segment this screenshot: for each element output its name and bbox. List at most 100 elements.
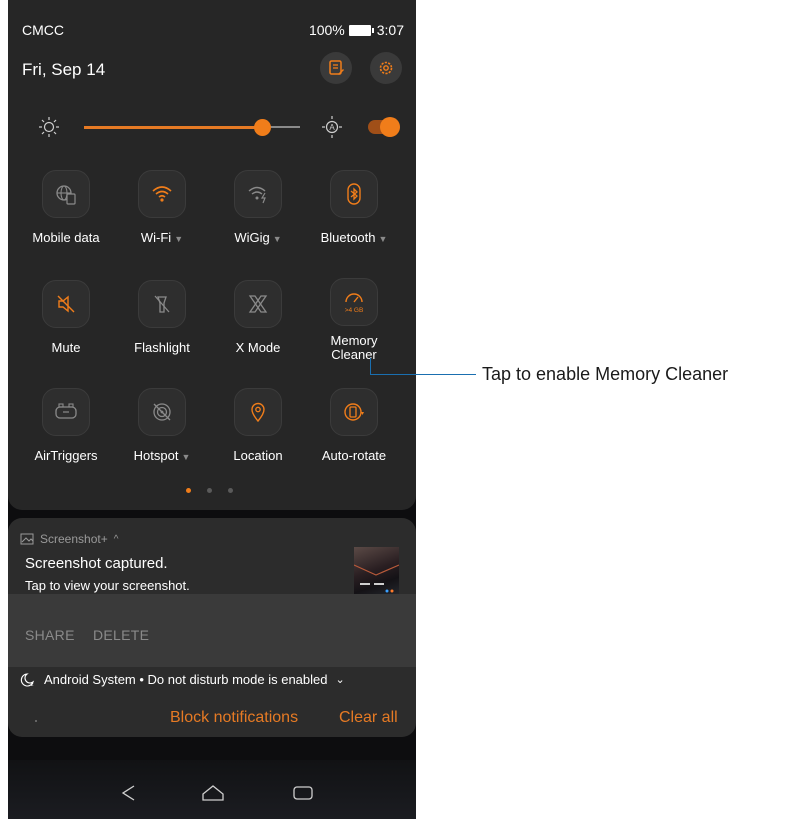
navigation-bar — [8, 760, 416, 819]
home-icon[interactable] — [201, 784, 225, 802]
tile-label: Memory Cleaner — [330, 333, 378, 362]
auto-rotate-icon — [344, 403, 364, 421]
mute-button[interactable] — [42, 280, 90, 328]
wigig-icon — [248, 186, 266, 204]
back-icon[interactable] — [120, 784, 138, 802]
mobile-data-button[interactable] — [42, 170, 90, 218]
dropdown-caret-icon[interactable]: ▼ — [181, 452, 190, 462]
tile-label: Hotspot — [133, 448, 179, 463]
tile-wifi[interactable]: Wi-Fi ▼ — [114, 170, 210, 246]
tile-label: WiGig — [234, 230, 270, 245]
tile-mobile-data[interactable]: Mobile data — [18, 170, 114, 245]
auto-brightness-icon: A — [322, 116, 342, 138]
auto-brightness-toggle[interactable] — [368, 117, 400, 137]
svg-text:z: z — [31, 682, 34, 687]
tile-label: Flashlight — [134, 340, 190, 355]
tile-mute[interactable]: Mute — [18, 280, 114, 355]
callout-label: Tap to enable Memory Cleaner — [482, 364, 729, 384]
tile-memory-cleaner[interactable]: >4 GB Memory Cleaner — [306, 278, 402, 362]
block-notifications-button[interactable]: Block notifications — [170, 709, 298, 727]
brightness-low-icon — [39, 117, 59, 137]
flashlight-button[interactable] — [138, 280, 186, 328]
recents-icon[interactable] — [292, 784, 314, 802]
notification-actions: SHARE DELETE — [8, 594, 416, 667]
hotspot-button[interactable] — [138, 388, 186, 436]
hotspot-icon — [153, 403, 171, 421]
bluetooth-icon — [347, 183, 361, 205]
mute-icon — [57, 295, 75, 313]
globe-sim-icon — [56, 185, 76, 205]
x-mode-button[interactable] — [234, 280, 282, 328]
svg-text:A: A — [329, 123, 335, 132]
dropdown-caret-icon[interactable]: ▼ — [273, 234, 282, 244]
auto-rotate-button[interactable] — [330, 388, 378, 436]
tile-label: Mute — [51, 340, 81, 355]
battery-icon — [348, 24, 374, 36]
brightness-slider-thumb[interactable] — [254, 119, 271, 136]
wifi-button[interactable] — [138, 170, 186, 218]
tile-hotspot[interactable]: Hotspot ▼ — [114, 388, 210, 464]
date-label: Fri, Sep 14 — [22, 60, 106, 79]
tile-location[interactable]: Location — [210, 388, 306, 463]
tile-label: Mobile data — [32, 230, 100, 245]
screenshot-thumbnail[interactable] — [353, 547, 400, 597]
tile-bluetooth[interactable]: Bluetooth ▼ — [306, 170, 402, 246]
tile-label: Wi-Fi — [140, 230, 172, 245]
delete-button[interactable]: DELETE — [93, 627, 149, 643]
screenshot-notification[interactable]: Screenshot+ ^ Screenshot captured. Tap t… — [8, 518, 416, 737]
chevron-up-icon[interactable]: ^ — [114, 534, 119, 545]
wigig-button[interactable] — [234, 170, 282, 218]
callout-leader-horizontal — [370, 374, 476, 375]
tile-x-mode[interactable]: X Mode — [210, 280, 306, 355]
tile-label: X Mode — [235, 340, 281, 355]
settings-gear-icon — [379, 61, 393, 75]
dnd-text: Android System • Do not disturb mode is … — [44, 672, 328, 687]
flashlight-icon — [154, 295, 170, 313]
tile-airtriggers[interactable]: AirTriggers — [18, 388, 114, 463]
edit-button[interactable] — [320, 52, 352, 84]
page-dot-active[interactable] — [186, 488, 191, 493]
brightness-row: A — [8, 112, 416, 142]
share-button[interactable]: SHARE — [25, 627, 75, 643]
page-dot[interactable] — [228, 488, 233, 493]
quick-settings-panel: CMCC 100% 3:07 Fri, Sep 14 A Mobile data… — [8, 0, 416, 510]
settings-button[interactable] — [370, 52, 402, 84]
tile-wigig[interactable]: WiGig ▼ — [210, 170, 306, 246]
location-button[interactable] — [234, 388, 282, 436]
battery-percent: 100% — [308, 22, 345, 38]
location-pin-icon — [251, 402, 265, 423]
page-indicator — [186, 488, 233, 493]
carrier-label: CMCC — [22, 22, 64, 38]
airtriggers-button[interactable] — [42, 388, 90, 436]
dropdown-caret-icon[interactable]: ▼ — [379, 234, 388, 244]
image-icon — [20, 533, 34, 545]
wifi-icon — [152, 186, 172, 202]
bluetooth-button[interactable] — [330, 170, 378, 218]
tile-flashlight[interactable]: Flashlight — [114, 280, 210, 355]
brightness-track-filled — [84, 126, 262, 129]
moon-icon: z — [20, 672, 35, 687]
tile-label: Location — [233, 448, 283, 463]
notification-app-name: Screenshot+ — [40, 532, 108, 546]
dnd-notification[interactable]: z Android System • Do not disturb mode i… — [20, 672, 345, 687]
tile-label: Bluetooth — [320, 230, 376, 245]
memory-badge: >4 GB — [345, 307, 364, 314]
status-bar: CMCC 100% 3:07 — [22, 22, 404, 42]
thumbnail-graphic — [353, 564, 400, 593]
edit-icon — [329, 60, 344, 75]
x-mode-icon — [248, 295, 268, 313]
tile-auto-rotate[interactable]: Auto-rotate — [306, 388, 402, 463]
page-dot[interactable] — [207, 488, 212, 493]
airtriggers-icon — [55, 403, 77, 419]
clock: 3:07 — [376, 22, 404, 38]
memory-cleaner-button[interactable]: >4 GB — [330, 278, 378, 326]
phone-screen: CMCC 100% 3:07 Fri, Sep 14 A Mobile data… — [8, 0, 416, 819]
chevron-down-icon[interactable]: ⌄ — [335, 673, 344, 686]
tile-label: AirTriggers — [34, 448, 98, 463]
notification-title: Screenshot captured. — [25, 555, 168, 572]
notification-text: Tap to view your screenshot. — [25, 578, 190, 593]
separator-dot — [35, 720, 37, 722]
dropdown-caret-icon[interactable]: ▼ — [174, 234, 183, 244]
clear-all-button[interactable]: Clear all — [339, 709, 398, 727]
callout-leader-vertical — [370, 358, 371, 374]
